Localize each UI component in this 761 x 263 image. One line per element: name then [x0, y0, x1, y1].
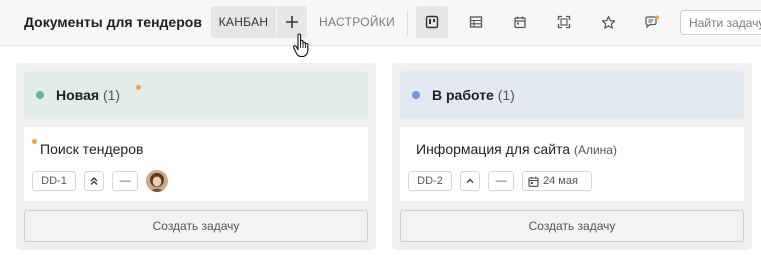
calendar-icon [528, 176, 539, 187]
kanban-view-button[interactable] [416, 6, 448, 38]
create-task-button[interactable]: Создать задачу [24, 210, 368, 242]
fullscreen-icon [557, 15, 571, 29]
column-header[interactable]: Новая (1) [24, 71, 368, 119]
priority-button[interactable] [84, 171, 104, 191]
task-title: Информация для сайта (Алина) [416, 141, 617, 157]
new-indicator-icon [136, 85, 141, 90]
chat-button[interactable] [636, 6, 668, 38]
unread-indicator-icon [32, 139, 37, 144]
column-title: Новая (1) [56, 87, 120, 103]
column-header[interactable]: В работе (1) [400, 71, 744, 119]
status-dot-icon [36, 91, 44, 99]
hand-cursor-icon [293, 33, 309, 58]
table-view-icon [469, 16, 483, 28]
column-title-text: Новая [56, 87, 100, 103]
task-card[interactable]: Информация для сайта (Алина) DD-2 — 24 м… [400, 127, 744, 201]
due-date-text: 24 мая [543, 175, 578, 187]
task-id-badge: DD-2 [408, 171, 452, 191]
chat-icon [645, 15, 659, 28]
column-in-progress: В работе (1) Информация для сайта (Алина… [392, 63, 752, 250]
create-task-button[interactable]: Создать задачу [400, 210, 744, 242]
table-view-button[interactable] [460, 6, 492, 38]
toolbar-divider [407, 10, 408, 36]
priority-button[interactable] [460, 171, 480, 191]
search-input[interactable] [680, 10, 761, 35]
calendar-view-icon [514, 16, 526, 29]
chevron-up-icon [466, 178, 474, 183]
tab-kanban[interactable]: КАНБАН [211, 6, 277, 38]
favorite-button[interactable] [592, 6, 624, 38]
page-title: Документы для тендеров [24, 14, 202, 30]
calendar-view-button[interactable] [504, 6, 536, 38]
task-card[interactable]: Поиск тендеров DD-1 — [24, 127, 368, 201]
fullscreen-button[interactable] [548, 6, 580, 38]
column-title-text: В работе [432, 87, 494, 103]
plus-icon [286, 16, 298, 28]
star-icon [601, 15, 615, 29]
top-bar: Документы для тендеров КАНБАН НАСТРОЙКИ [0, 0, 761, 58]
status-button[interactable]: — [112, 171, 138, 191]
status-button[interactable]: — [488, 171, 514, 191]
due-date-button[interactable]: 24 мая [522, 171, 592, 191]
task-assignee: (Алина) [573, 143, 617, 157]
user-photo-icon [146, 170, 168, 192]
status-dot-icon [412, 91, 420, 99]
task-id-badge: DD-1 [32, 171, 76, 191]
double-chevron-up-icon [90, 177, 98, 185]
task-title: Поиск тендеров [40, 141, 144, 157]
avatar[interactable] [146, 170, 168, 192]
tab-settings[interactable]: НАСТРОЙКИ [319, 15, 395, 29]
kanban-view-icon [425, 15, 439, 29]
column-title: В работе (1) [432, 87, 515, 103]
column-new: Новая (1) Поиск тендеров DD-1 — Создать … [16, 63, 376, 250]
column-count: (1) [497, 87, 515, 103]
task-title-text: Информация для сайта [416, 141, 571, 157]
column-count: (1) [102, 87, 121, 103]
